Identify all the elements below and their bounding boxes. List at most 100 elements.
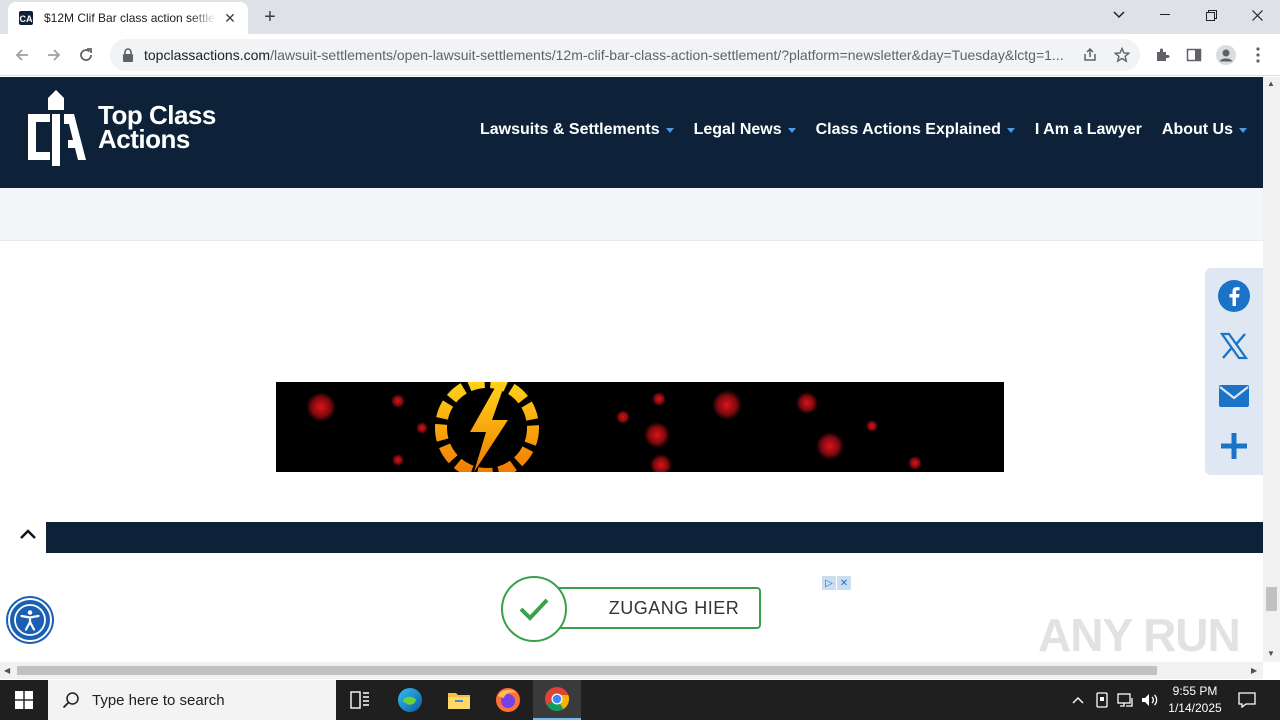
- browser-toolbar: topclassactions.com/lawsuit-settlements/…: [0, 34, 1280, 76]
- zugang-ad[interactable]: ZUGANG HIER: [501, 576, 763, 642]
- firefox-icon: [496, 688, 520, 712]
- adchoices-icon[interactable]: ▷: [822, 576, 836, 590]
- edge-icon: [398, 688, 422, 712]
- forward-button[interactable]: [40, 41, 68, 69]
- horizontal-scroll-thumb[interactable]: [17, 666, 1157, 675]
- site-favicon-icon: CA: [18, 10, 34, 26]
- network-icon[interactable]: [1116, 690, 1136, 710]
- notifications-icon[interactable]: [1237, 690, 1257, 710]
- browser-tab[interactable]: CA $12M Clif Bar class action settlement…: [8, 2, 248, 34]
- url-domain: topclassactions.com: [144, 47, 271, 63]
- windows-logo-icon: [15, 691, 33, 709]
- profile-avatar-icon[interactable]: [1216, 45, 1236, 65]
- nav-i-am-a-lawyer[interactable]: I Am a Lawyer: [1035, 121, 1142, 139]
- new-tab-button[interactable]: +: [258, 6, 282, 28]
- accessibility-button[interactable]: [8, 598, 52, 642]
- tray-device-icon[interactable]: [1092, 690, 1112, 710]
- ad-glow-dot: [866, 420, 878, 432]
- browser-menu-icon[interactable]: [1248, 45, 1268, 65]
- checkmark-icon: [519, 598, 549, 621]
- nav-label: Legal News: [693, 121, 782, 138]
- chevron-up-icon: [20, 529, 36, 539]
- main-navigation: Lawsuits & Settlements Legal News Class …: [460, 121, 1247, 139]
- extensions-icon[interactable]: [1152, 45, 1172, 65]
- start-button[interactable]: [0, 680, 48, 720]
- ad-glow-dot: [712, 390, 742, 420]
- footer-dark-strip: [46, 522, 1263, 553]
- tca-logo-icon: [28, 90, 86, 166]
- ad-cta-text: ZUGANG HIER: [608, 597, 740, 618]
- dropdown-caret-icon: [787, 127, 796, 133]
- nav-class-actions-explained[interactable]: Class Actions Explained: [816, 121, 1015, 139]
- file-explorer-button[interactable]: [435, 680, 483, 720]
- minimize-button[interactable]: [1142, 0, 1188, 30]
- volume-icon[interactable]: [1140, 690, 1160, 710]
- svg-text:CA: CA: [20, 14, 33, 24]
- ad-glow-dot: [650, 454, 672, 472]
- windows-taskbar: Type here to search 9:55 PM 1/14/2025: [0, 680, 1280, 720]
- reload-button[interactable]: [72, 41, 100, 69]
- site-logo[interactable]: Top Class Actions: [24, 88, 216, 166]
- nav-label: I Am a Lawyer: [1034, 121, 1142, 138]
- ad-check-circle: [501, 576, 567, 642]
- scroll-right-arrow-icon[interactable]: ▶: [1251, 666, 1257, 675]
- firefox-app-button[interactable]: [484, 680, 532, 720]
- ad-cta-box[interactable]: ZUGANG HIER: [541, 587, 761, 629]
- restore-button[interactable]: [1188, 0, 1234, 30]
- logo-wordmark: Top Class Actions: [98, 102, 216, 152]
- vertical-scrollbar[interactable]: ▲ ▼: [1263, 77, 1280, 662]
- ad-glow-dot: [306, 392, 336, 422]
- dropdown-caret-icon: [665, 127, 674, 133]
- plus-icon: [1221, 433, 1247, 459]
- nav-legal-news[interactable]: Legal News: [694, 121, 796, 139]
- tab-title: $12M Clif Bar class action settlement: [44, 11, 216, 25]
- dropdown-caret-icon: [1239, 127, 1247, 133]
- ad-close-icon[interactable]: ✕: [837, 576, 851, 590]
- subheader-band: [0, 188, 1263, 241]
- search-icon: [62, 692, 79, 709]
- x-share-button[interactable]: [1218, 330, 1250, 362]
- side-panel-icon[interactable]: [1184, 45, 1204, 65]
- back-button[interactable]: [8, 41, 36, 69]
- tab-search-chevron-icon[interactable]: [1096, 0, 1142, 30]
- nav-lawsuits-settlements[interactable]: Lawsuits & Settlements: [480, 121, 674, 139]
- ad-glow-dot: [644, 422, 670, 448]
- lock-icon[interactable]: [122, 48, 136, 62]
- x-twitter-icon: [1220, 332, 1248, 360]
- vertical-scroll-thumb[interactable]: [1266, 587, 1277, 611]
- system-clock[interactable]: 9:55 PM 1/14/2025: [1164, 683, 1226, 717]
- folder-icon: [448, 693, 470, 709]
- search-placeholder: Type here to search: [92, 691, 225, 709]
- facebook-share-button[interactable]: [1218, 280, 1250, 312]
- scroll-down-arrow-icon[interactable]: ▼: [1267, 649, 1275, 658]
- address-bar[interactable]: topclassactions.com/lawsuit-settlements/…: [110, 39, 1140, 71]
- tab-close-icon[interactable]: ✕: [222, 10, 238, 26]
- taskbar-search-box[interactable]: Type here to search: [48, 680, 336, 720]
- edge-app-button[interactable]: [386, 680, 434, 720]
- more-share-button[interactable]: [1218, 430, 1250, 462]
- task-view-button[interactable]: [336, 680, 384, 720]
- ad-glow-dot: [652, 392, 666, 406]
- dropdown-caret-icon: [1006, 127, 1015, 133]
- ad-glow-dot: [796, 392, 818, 414]
- nav-about-us[interactable]: About Us: [1162, 121, 1247, 139]
- chrome-icon: [545, 687, 570, 711]
- lightning-gear-icon: [435, 382, 539, 472]
- chrome-app-button[interactable]: [533, 680, 581, 720]
- banner-ad[interactable]: [276, 382, 1004, 472]
- accessibility-icon: [14, 604, 46, 636]
- scroll-left-arrow-icon[interactable]: ◀: [4, 666, 10, 675]
- email-share-button[interactable]: [1218, 380, 1250, 412]
- bookmark-star-icon[interactable]: [1112, 45, 1132, 65]
- ad-glow-dot: [816, 432, 844, 460]
- ad-glow-dot: [908, 456, 922, 470]
- close-window-button[interactable]: [1234, 0, 1280, 30]
- scroll-to-top-button[interactable]: [10, 516, 46, 552]
- horizontal-scrollbar[interactable]: ◀ ▶: [0, 662, 1263, 679]
- site-header: Top Class Actions Lawsuits & Settlements…: [0, 77, 1263, 188]
- social-share-bar: [1205, 268, 1263, 475]
- share-page-icon[interactable]: [1080, 45, 1100, 65]
- clock-date: 1/14/2025: [1168, 701, 1222, 715]
- tray-overflow-chevron-icon[interactable]: [1068, 690, 1088, 710]
- scroll-up-arrow-icon[interactable]: ▲: [1267, 79, 1275, 88]
